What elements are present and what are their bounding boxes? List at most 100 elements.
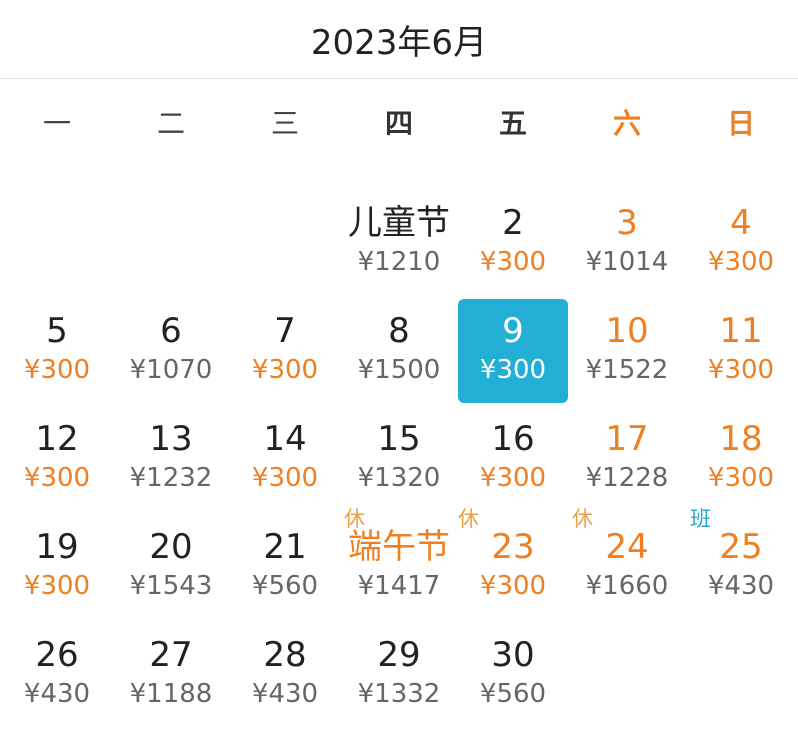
day-price: ¥300 — [479, 571, 547, 601]
empty-cell — [228, 189, 342, 297]
day-cell[interactable]: 休端午节 ¥1417 — [342, 507, 456, 621]
day-price: ¥1232 — [129, 463, 213, 493]
weekday-thu: 四 — [384, 107, 413, 140]
day-price: ¥1543 — [129, 571, 213, 601]
day-number: 18 — [719, 419, 763, 459]
day-number: 24 — [605, 527, 649, 567]
weekday-wed: 三 — [270, 107, 299, 140]
day-price: ¥1332 — [357, 679, 441, 709]
day-cell[interactable]: 3 ¥1014 — [570, 189, 684, 297]
weekday-row: 一 二 三 四 五 六 日 — [0, 79, 798, 165]
day-cell[interactable]: 13 ¥1232 — [114, 405, 228, 513]
day-number: 27 — [149, 635, 193, 675]
day-price: ¥1228 — [585, 463, 669, 493]
day-number: 30 — [491, 635, 535, 675]
month-title: 2023年6月 — [310, 22, 488, 63]
day-cell[interactable]: 4 ¥300 — [684, 189, 798, 297]
day-cell[interactable]: 19 ¥300 — [0, 513, 114, 621]
day-price: ¥1014 — [585, 247, 669, 277]
day-cell[interactable]: 26 ¥430 — [0, 621, 114, 729]
day-price: ¥300 — [479, 355, 547, 385]
day-cell[interactable]: 27 ¥1188 — [114, 621, 228, 729]
day-cell[interactable]: 12 ¥300 — [0, 405, 114, 513]
workday-tag: 班 — [690, 507, 711, 531]
rest-day-tag: 休 — [344, 507, 365, 531]
calendar-header: 2023年6月 — [0, 0, 798, 79]
day-cell[interactable]: 班 25 ¥430 — [684, 507, 798, 621]
day-cell[interactable]: 16 ¥300 — [456, 405, 570, 513]
day-cell[interactable]: 休 23 ¥300 — [456, 507, 570, 621]
day-cell[interactable]: 7 ¥300 — [228, 297, 342, 405]
day-cell[interactable]: 6 ¥1070 — [114, 297, 228, 405]
day-price: ¥300 — [707, 355, 775, 385]
empty-cell — [114, 189, 228, 297]
day-cell[interactable]: 2 ¥300 — [456, 189, 570, 297]
day-number: 7 — [274, 311, 296, 351]
weekday-sat: 六 — [612, 107, 641, 140]
day-number: 11 — [719, 311, 763, 351]
day-number: 3 — [616, 203, 638, 243]
day-price: ¥300 — [23, 355, 91, 385]
day-cell[interactable]: 21 ¥560 — [228, 513, 342, 621]
day-price: ¥300 — [479, 463, 547, 493]
day-cell[interactable]: 29 ¥1332 — [342, 621, 456, 729]
day-number: 28 — [263, 635, 307, 675]
day-price: ¥1070 — [129, 355, 213, 385]
day-cell-selected[interactable]: 9 ¥300 — [456, 297, 570, 405]
day-number: 19 — [35, 527, 79, 567]
day-cell[interactable]: 休 24 ¥1660 — [570, 507, 684, 621]
day-cell[interactable]: 5 ¥300 — [0, 297, 114, 405]
day-price: ¥430 — [251, 679, 319, 709]
day-number: 16 — [491, 419, 535, 459]
day-price: ¥560 — [479, 679, 547, 709]
day-number: 4 — [730, 203, 752, 243]
day-price: ¥1522 — [585, 355, 669, 385]
day-cell[interactable]: 28 ¥430 — [228, 621, 342, 729]
day-number: 13 — [149, 419, 193, 459]
day-number: 8 — [388, 311, 410, 351]
day-price: ¥300 — [479, 247, 547, 277]
day-number: 12 — [35, 419, 79, 459]
day-cell[interactable]: 30 ¥560 — [456, 621, 570, 729]
day-cell[interactable]: 10 ¥1522 — [570, 297, 684, 405]
rest-day-tag: 休 — [458, 507, 479, 531]
day-price: ¥1500 — [357, 355, 441, 385]
day-number: 5 — [46, 311, 68, 351]
day-number: 6 — [160, 311, 182, 351]
day-number: 2 — [502, 203, 524, 243]
day-number: 15 — [377, 419, 421, 459]
day-cell[interactable]: 18 ¥300 — [684, 405, 798, 513]
day-price: ¥300 — [23, 463, 91, 493]
day-cell[interactable]: 11 ¥300 — [684, 297, 798, 405]
weekday-tue: 二 — [156, 107, 185, 140]
day-price: ¥1188 — [129, 679, 213, 709]
day-number: 9 — [502, 311, 524, 351]
day-price: ¥430 — [707, 571, 775, 601]
day-price: ¥1417 — [357, 571, 441, 601]
day-price: ¥430 — [23, 679, 91, 709]
day-price: ¥300 — [251, 463, 319, 493]
day-price: ¥1210 — [357, 247, 441, 277]
day-price: ¥300 — [251, 355, 319, 385]
day-number: 17 — [605, 419, 649, 459]
day-number: 23 — [491, 527, 535, 567]
day-price: ¥1660 — [585, 571, 669, 601]
weekday-mon: 一 — [42, 107, 71, 140]
holiday-label: 儿童节 — [348, 203, 450, 243]
day-price: ¥560 — [251, 571, 319, 601]
day-cell[interactable]: 17 ¥1228 — [570, 405, 684, 513]
day-number: 10 — [605, 311, 649, 351]
day-cell[interactable]: 20 ¥1543 — [114, 513, 228, 621]
day-number: 26 — [35, 635, 79, 675]
empty-cell — [0, 189, 114, 297]
day-price: ¥300 — [707, 463, 775, 493]
day-number: 20 — [149, 527, 193, 567]
day-cell[interactable]: 14 ¥300 — [228, 405, 342, 513]
day-cell[interactable]: 15 ¥1320 — [342, 405, 456, 513]
day-number: 25 — [719, 527, 763, 567]
day-price: ¥1320 — [357, 463, 441, 493]
weekday-sun: 日 — [726, 107, 755, 140]
weekday-fri: 五 — [498, 107, 527, 140]
day-cell[interactable]: 8 ¥1500 — [342, 297, 456, 405]
day-cell[interactable]: 儿童节 ¥1210 — [342, 189, 456, 297]
